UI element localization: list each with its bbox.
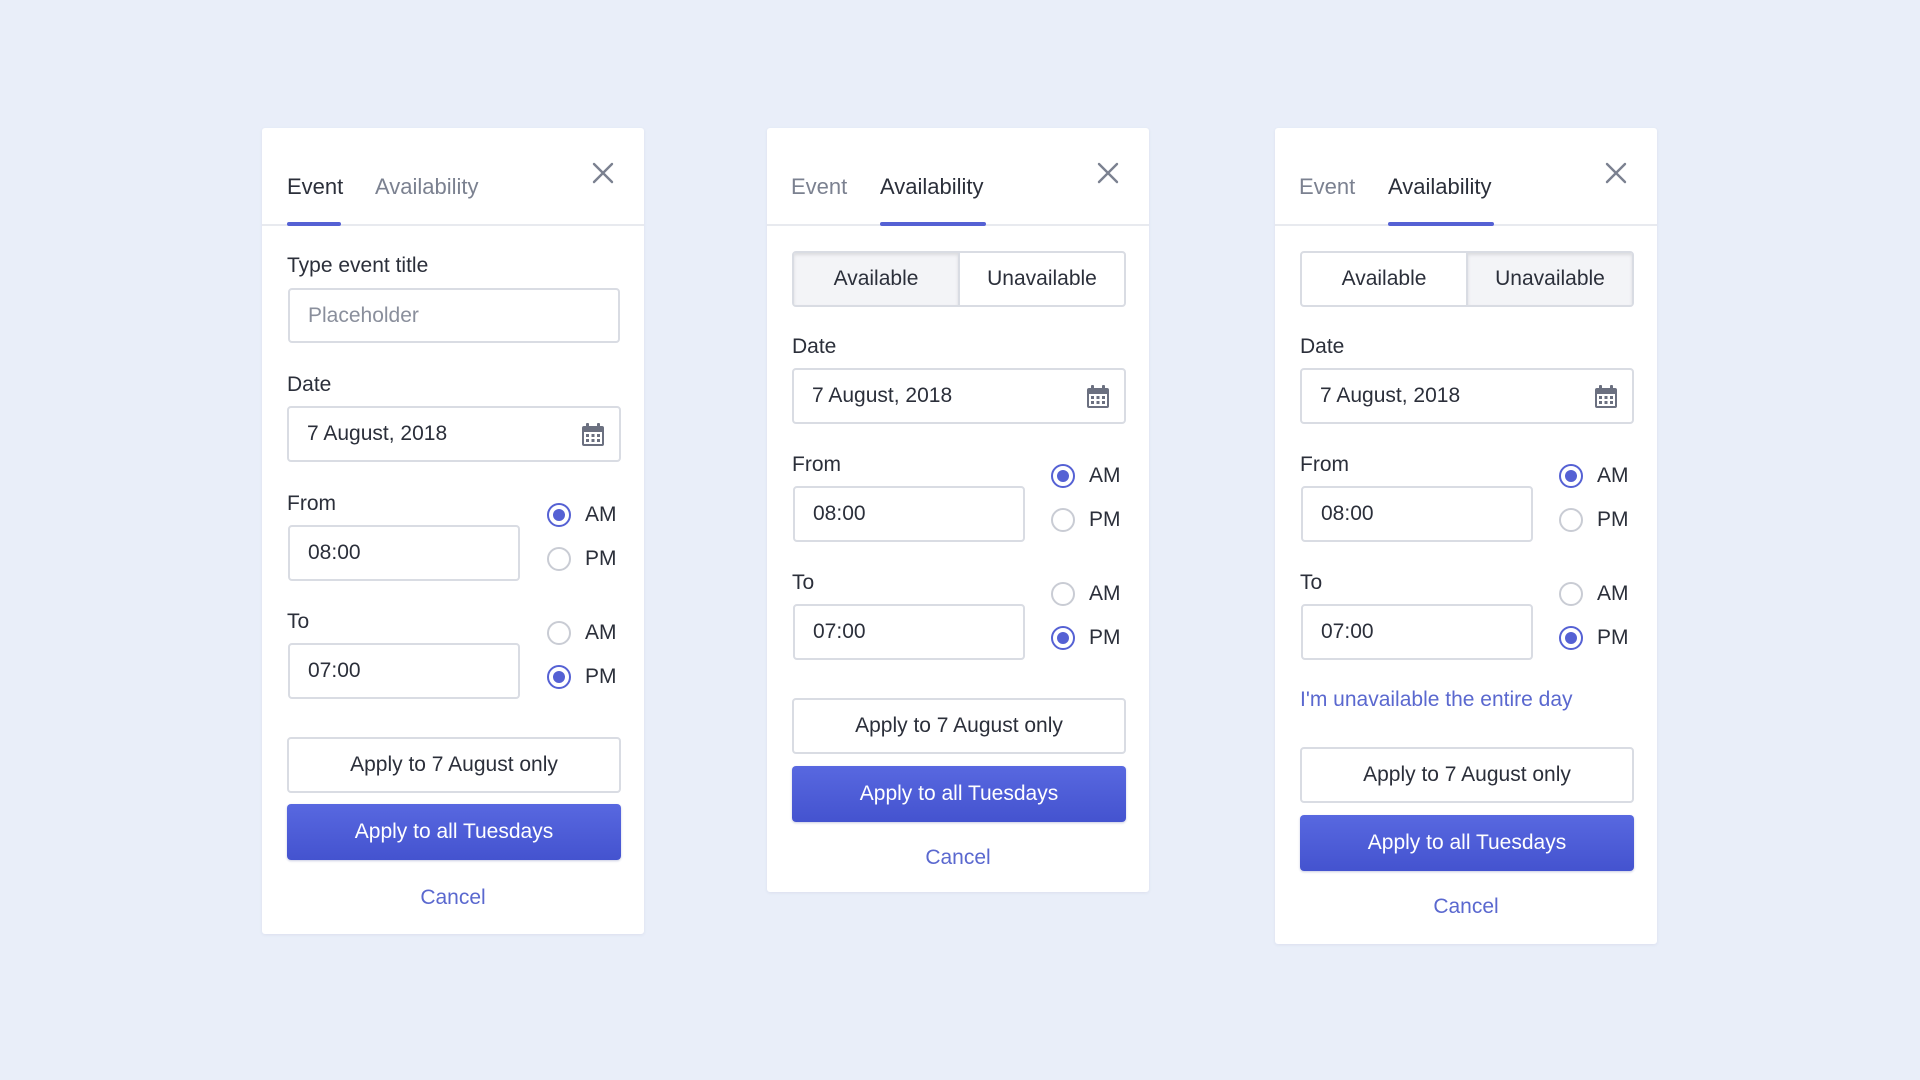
pm-label: PM [1089, 508, 1121, 531]
from-time-input[interactable]: 08:00 [1301, 486, 1533, 542]
apply-once-button[interactable]: Apply to 7 August only [792, 698, 1126, 754]
date-field[interactable]: 7 August, 2018 [1300, 368, 1634, 424]
active-tab-indicator [287, 222, 341, 226]
available-segment[interactable]: Available [794, 253, 958, 305]
tab-event[interactable]: Event [287, 174, 343, 200]
radio-checked [1051, 626, 1075, 650]
from-pm-radio[interactable]: PM [547, 547, 617, 571]
tab-availability[interactable]: Availability [1388, 174, 1492, 200]
from-label: From [287, 492, 336, 515]
date-label: Date [1300, 335, 1345, 358]
availability-toggle: Available Unavailable [792, 251, 1126, 307]
date-field[interactable]: 7 August, 2018 [792, 368, 1126, 424]
radio-unchecked [1051, 582, 1075, 606]
to-time-input[interactable]: 07:00 [793, 604, 1025, 660]
from-pm-radio[interactable]: PM [1051, 508, 1121, 532]
to-pm-radio[interactable]: PM [1051, 626, 1121, 650]
radio-checked [1051, 464, 1075, 488]
entire-day-unavailable-link[interactable]: I'm unavailable the entire day [1300, 688, 1573, 712]
event-title-label: Type event title [287, 254, 429, 277]
radio-unchecked [1559, 582, 1583, 606]
tab-event[interactable]: Event [791, 174, 847, 200]
radio-checked [1559, 626, 1583, 650]
card-header: Event Availability [1275, 128, 1657, 226]
radio-unchecked [1559, 508, 1583, 532]
am-label: AM [1597, 464, 1629, 487]
to-time-input[interactable]: 07:00 [288, 643, 520, 699]
to-am-radio[interactable]: AM [547, 621, 617, 645]
close-icon[interactable] [588, 158, 618, 188]
radio-unchecked [547, 621, 571, 645]
apply-all-button[interactable]: Apply to all Tuesdays [1300, 815, 1634, 871]
cancel-link[interactable]: Cancel [767, 846, 1149, 870]
date-label: Date [287, 373, 332, 396]
active-tab-indicator [880, 222, 986, 226]
from-label: From [1300, 453, 1349, 476]
close-icon[interactable] [1601, 158, 1631, 188]
from-am-radio[interactable]: AM [1559, 464, 1629, 488]
radio-checked [547, 503, 571, 527]
to-label: To [1300, 571, 1323, 594]
date-field[interactable]: 7 August, 2018 [287, 406, 621, 462]
date-value: 7 August, 2018 [307, 422, 448, 445]
am-label: AM [1089, 582, 1121, 605]
pm-label: PM [585, 547, 617, 570]
to-pm-radio[interactable]: PM [547, 665, 617, 689]
from-label: From [792, 453, 841, 476]
pm-label: PM [585, 665, 617, 688]
to-time-input[interactable]: 07:00 [1301, 604, 1533, 660]
unavailable-segment[interactable]: Unavailable [958, 253, 1124, 305]
from-am-radio[interactable]: AM [1051, 464, 1121, 488]
date-label: Date [792, 335, 837, 358]
apply-once-button[interactable]: Apply to 7 August only [287, 737, 621, 793]
to-am-radio[interactable]: AM [1559, 582, 1629, 606]
radio-unchecked [547, 547, 571, 571]
availability-card-available: Event Availability Available Unavailable… [767, 128, 1149, 892]
from-time-input[interactable]: 08:00 [793, 486, 1025, 542]
tab-availability[interactable]: Availability [880, 174, 984, 200]
radio-unchecked [1051, 508, 1075, 532]
event-title-input[interactable]: Placeholder [288, 288, 620, 343]
event-card: Event Availability Type event title Plac… [262, 128, 644, 934]
from-pm-radio[interactable]: PM [1559, 508, 1629, 532]
am-label: AM [1089, 464, 1121, 487]
from-am-radio[interactable]: AM [547, 503, 617, 527]
apply-all-button[interactable]: Apply to all Tuesdays [792, 766, 1126, 822]
card-header: Event Availability [262, 128, 644, 226]
tab-availability[interactable]: Availability [375, 174, 479, 200]
radio-checked [547, 665, 571, 689]
pm-label: PM [1597, 626, 1629, 649]
calendar-icon[interactable] [1084, 383, 1112, 411]
apply-all-button[interactable]: Apply to all Tuesdays [287, 804, 621, 860]
pm-label: PM [1089, 626, 1121, 649]
calendar-icon[interactable] [579, 421, 607, 449]
card-header: Event Availability [767, 128, 1149, 226]
available-segment[interactable]: Available [1302, 253, 1466, 305]
to-am-radio[interactable]: AM [1051, 582, 1121, 606]
to-label: To [287, 610, 310, 633]
close-icon[interactable] [1093, 158, 1123, 188]
availability-toggle: Available Unavailable [1300, 251, 1634, 307]
to-pm-radio[interactable]: PM [1559, 626, 1629, 650]
availability-card-unavailable: Event Availability Available Unavailable… [1275, 128, 1657, 944]
date-value: 7 August, 2018 [812, 384, 953, 407]
from-time-input[interactable]: 08:00 [288, 525, 520, 581]
radio-checked [1559, 464, 1583, 488]
cancel-link[interactable]: Cancel [262, 886, 644, 910]
pm-label: PM [1597, 508, 1629, 531]
date-value: 7 August, 2018 [1320, 384, 1461, 407]
tab-event[interactable]: Event [1299, 174, 1355, 200]
cancel-link[interactable]: Cancel [1275, 895, 1657, 919]
am-label: AM [585, 503, 617, 526]
am-label: AM [585, 621, 617, 644]
active-tab-indicator [1388, 222, 1494, 226]
to-label: To [792, 571, 815, 594]
calendar-icon[interactable] [1592, 383, 1620, 411]
am-label: AM [1597, 582, 1629, 605]
apply-once-button[interactable]: Apply to 7 August only [1300, 747, 1634, 803]
unavailable-segment[interactable]: Unavailable [1466, 253, 1632, 305]
